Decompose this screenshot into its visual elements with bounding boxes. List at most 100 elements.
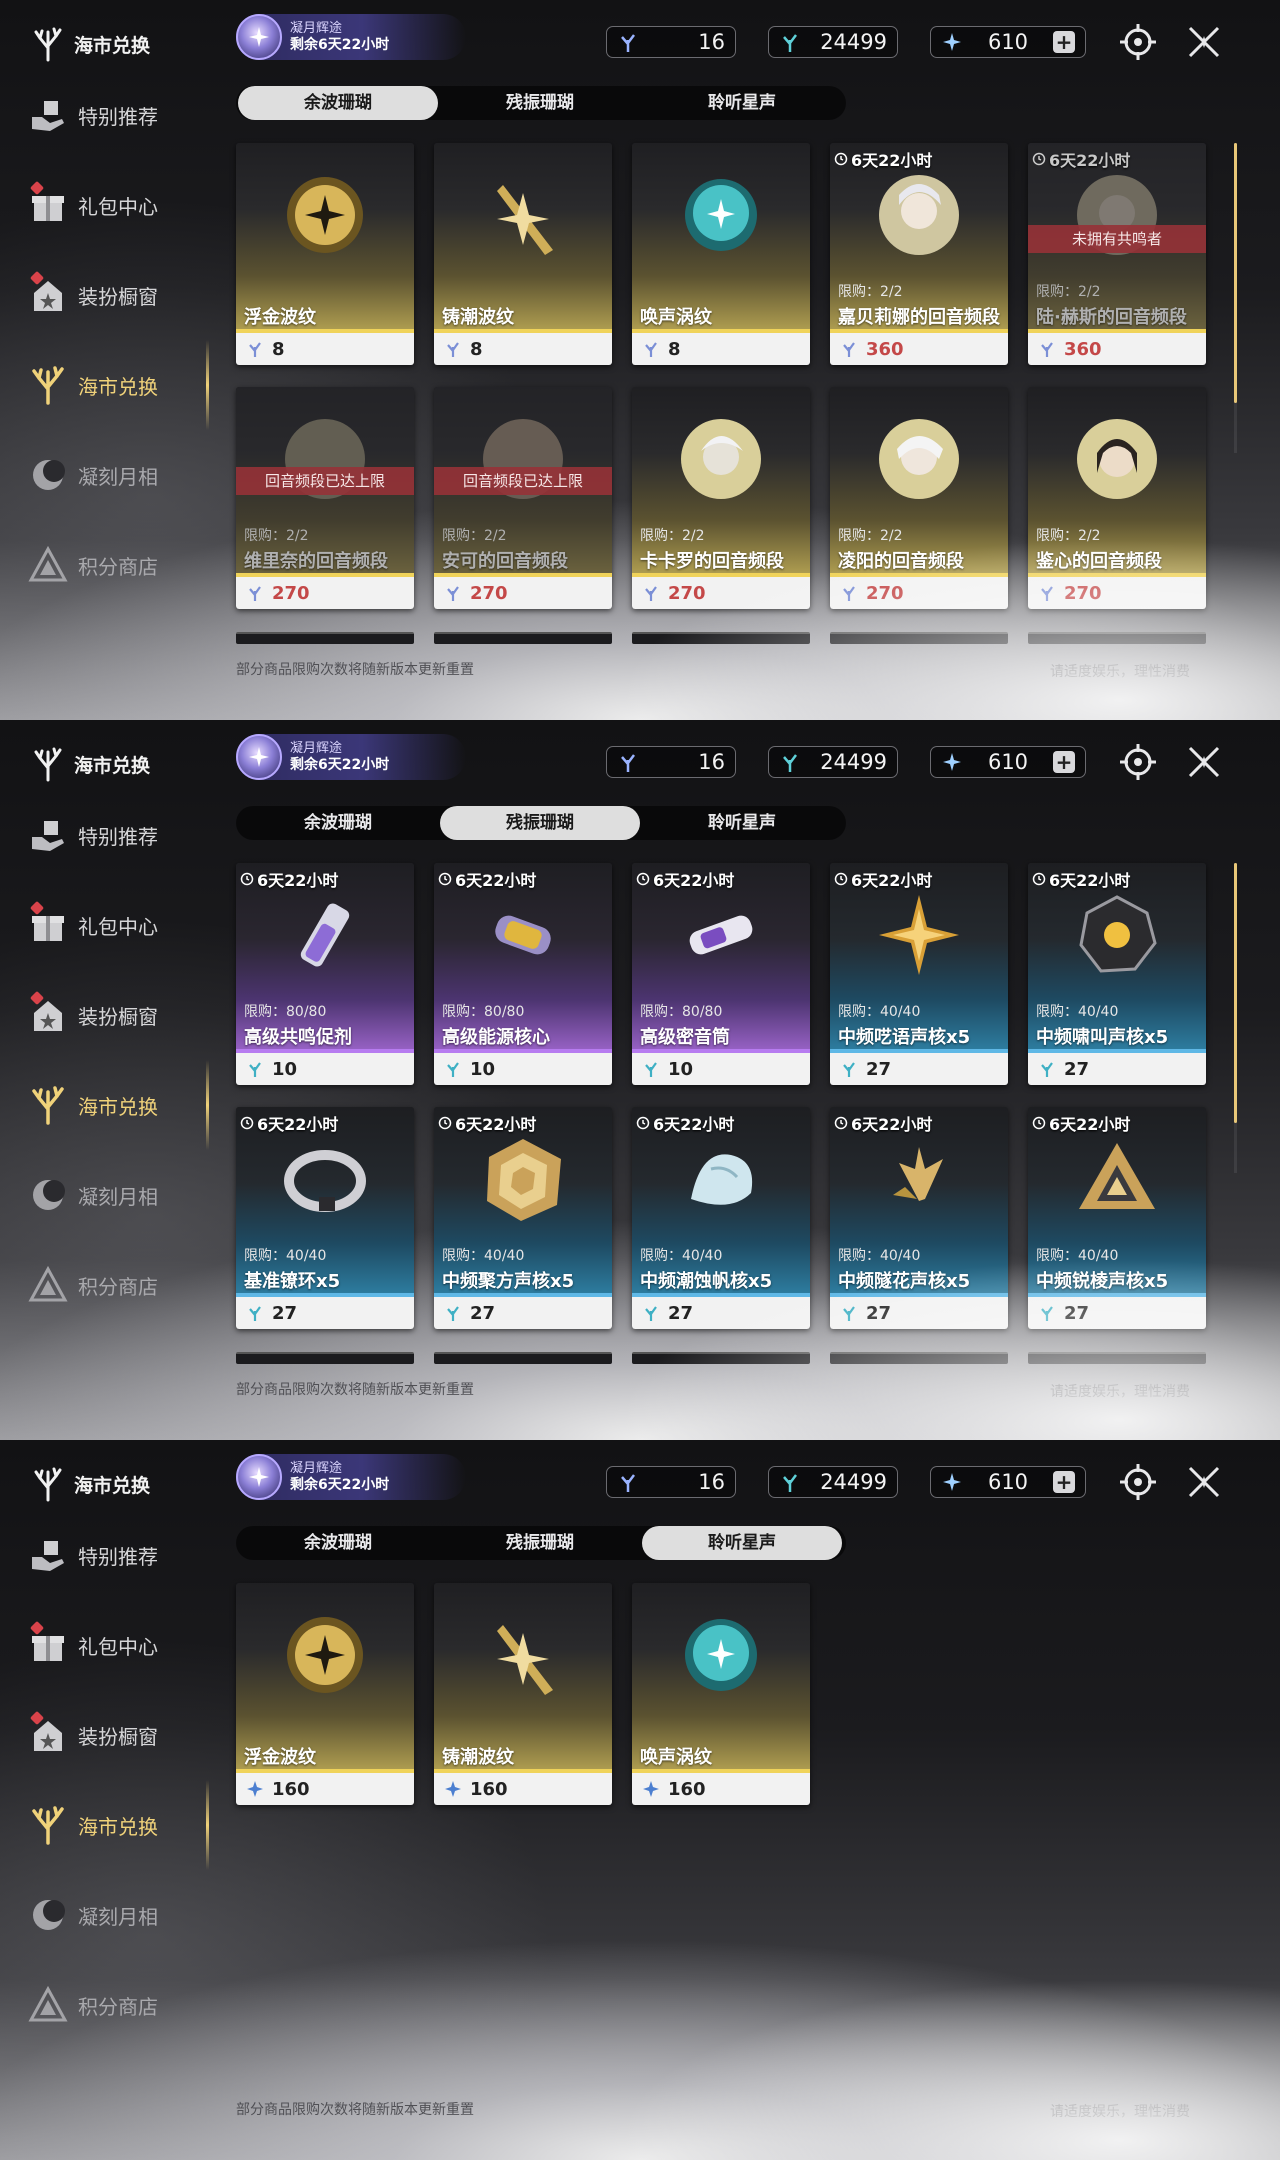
clock-icon [1032,152,1046,166]
sidebar-title: 海市兑换 [74,1474,151,1497]
sidebar-item-label: 礼包中心 [78,1634,158,1659]
scrollbar-thumb[interactable] [1234,863,1237,1123]
sidebar-item-featured[interactable]: 特别推荐 [28,810,208,860]
item-price: 360 [830,333,1008,365]
currency-coral-a: 16 [606,26,736,58]
shop-item-card[interactable]: 6天22小时 限购：40/40 中频隧花声核x5 27 [830,1107,1008,1329]
close-icon[interactable] [1184,1462,1224,1502]
add-currency-button[interactable]: + [1053,751,1075,773]
scrollbar-thumb[interactable] [1234,143,1237,403]
sidebar-item-market-exchange[interactable]: 海市兑换 [28,1800,208,1850]
close-icon[interactable] [1184,22,1224,62]
item-price: 10 [434,1053,612,1085]
partial-card [632,632,810,644]
shop-item-card[interactable]: 唤声涡纹 8 [632,143,810,365]
shop-item-card[interactable]: 限购：2/2 鉴心的回音频段 270 [1028,387,1206,609]
sidebar-item-outfit-showcase[interactable]: 装扮橱窗 [28,1710,208,1760]
currency-coral-b: 24499 [768,746,898,778]
sidebar-item-outfit-showcase[interactable]: 装扮橱窗 [28,990,208,1040]
tab-oscillated-coral[interactable]: 残振珊瑚 [440,1526,640,1560]
item-name: 基准镣环x5 [244,1271,341,1292]
shop-item-card[interactable]: 6天22小时 限购：80/80 高级共鸣促剂 10 [236,863,414,1085]
item-price: 27 [1028,1053,1206,1085]
countdown-timer: 6天22小时 [240,1111,338,1135]
sidebar-item-points-shop[interactable]: 积分商店 [28,1260,208,1310]
shop-item-card[interactable]: 6天22小时 限购：80/80 高级密音筒 10 [632,863,810,1085]
shop-item-card[interactable]: 回音频段已达上限 限购：2/2 安可的回音频段 270 [434,387,612,609]
close-icon[interactable] [1184,742,1224,782]
shop-item-card[interactable]: 浮金波纹 8 [236,143,414,365]
shop-item-card[interactable]: 6天22小时 限购：40/40 中频啸叫声核x5 27 [1028,863,1206,1085]
countdown-timer: 6天22小时 [834,1111,932,1135]
shop-item-card[interactable]: 6天22小时 限购：80/80 高级能源核心 10 [434,863,612,1085]
sidebar-item-label: 海市兑换 [78,1094,158,1119]
shop-item-card[interactable]: 6天22小时 限购：40/40 基准镣环x5 27 [236,1107,414,1329]
tab-aftershock-coral[interactable]: 余波珊瑚 [238,86,438,120]
currency-astrite: 610 + [930,1466,1086,1498]
event-remaining: 剩余6天22小时 [290,1477,390,1493]
settings-gear-icon[interactable] [1118,742,1158,782]
add-currency-button[interactable]: + [1053,1471,1075,1493]
sidebar: 海市兑换 特别推荐 礼包中心 装扮橱窗 海市兑换 凝刻月相 积分商店 [0,0,215,720]
shop-item-card[interactable]: 6天22小时 限购：40/40 中频呓语声核x5 27 [830,863,1008,1085]
item-name: 高级能源核心 [442,1027,550,1048]
shop-item-card[interactable]: 限购：2/2 凌阳的回音频段 270 [830,387,1008,609]
sidebar-item-outfit-showcase[interactable]: 装扮橱窗 [28,270,208,320]
shop-item-card[interactable]: 铸潮波纹 8 [434,143,612,365]
tab-aftershock-coral[interactable]: 余波珊瑚 [238,806,438,840]
shop-item-card[interactable]: 浮金波纹 160 [236,1583,414,1805]
tab-starsound[interactable]: 聆听星声 [642,86,842,120]
sidebar-item-featured[interactable]: 特别推荐 [28,90,208,140]
sidebar-item-moon-phase[interactable]: 凝刻月相 [28,450,208,500]
shop-item-card[interactable]: 6天22小时 限购：40/40 中频锐棱声核x5 27 [1028,1107,1206,1329]
coral-currency-icon [843,586,855,601]
coral-currency-icon [843,1306,855,1321]
clock-icon [834,152,848,166]
reset-notice: 部分商品限购次数将随新版本更新重置 [236,662,474,678]
sidebar-item-moon-phase[interactable]: 凝刻月相 [28,1170,208,1220]
shop-item-card[interactable]: 唤声涡纹 160 [632,1583,810,1805]
sidebar-item-label: 凝刻月相 [78,464,158,489]
shop-item-card[interactable]: 6天22小时 限购：40/40 中频潮蚀帆核x5 27 [632,1107,810,1329]
sidebar-item-featured[interactable]: 特别推荐 [28,1530,208,1580]
shop-item-card[interactable]: 6天22小时 未拥有共鸣者 限购：2/2 陆·赫斯的回音频段 360 [1028,143,1206,365]
shop-item-card[interactable]: 限购：2/2 卡卡罗的回音频段 270 [632,387,810,609]
add-currency-button[interactable]: + [1053,31,1075,53]
sidebar-item-points-shop[interactable]: 积分商店 [28,1980,208,2030]
coral-currency-icon [249,342,261,357]
tab-starsound[interactable]: 聆听星声 [642,806,842,840]
shop-item-card[interactable]: 6天22小时 限购：2/2 嘉贝莉娜的回音频段 360 [830,143,1008,365]
settings-gear-icon[interactable] [1118,1462,1158,1502]
event-banner[interactable]: 凝月辉途 剩余6天22小时 [236,1454,466,1500]
countdown-timer: 6天22小时 [1032,867,1130,891]
event-banner[interactable]: 凝月辉途 剩余6天22小时 [236,14,466,60]
currency-coral-b: 24499 [768,26,898,58]
item-price: 8 [434,333,612,365]
sidebar-item-market-exchange[interactable]: 海市兑换 [28,1080,208,1130]
shop-panel-tab-1: 海市兑换 特别推荐 礼包中心 装扮橱窗 海市兑换 凝刻月相 积分商店 凝月辉途 … [0,0,1280,720]
gold-star-core-icon [879,895,959,975]
item-price: 27 [434,1297,612,1329]
sidebar-item-gift-center[interactable]: 礼包中心 [28,900,208,950]
energy-core-icon [495,915,551,955]
settings-gear-icon[interactable] [1118,22,1158,62]
sidebar-item-gift-center[interactable]: 礼包中心 [28,1620,208,1670]
tab-aftershock-coral[interactable]: 余波珊瑚 [238,1526,438,1560]
shop-item-card[interactable]: 回音频段已达上限 限购：2/2 维里奈的回音频段 270 [236,387,414,609]
sidebar-item-market-exchange[interactable]: 海市兑换 [28,360,208,410]
tab-oscillated-coral[interactable]: 残振珊瑚 [440,86,640,120]
tab-oscillated-coral[interactable]: 残振珊瑚 [440,806,640,840]
purchase-limit: 限购：40/40 [244,1248,327,1264]
sidebar-item-gift-center[interactable]: 礼包中心 [28,180,208,230]
shop-item-card[interactable]: 6天22小时 限购：40/40 中频聚方声核x5 27 [434,1107,612,1329]
sidebar-item-points-shop[interactable]: 积分商店 [28,540,208,590]
partial-card [1028,1352,1206,1364]
sidebar-header: 海市兑换 [30,1466,150,1502]
clock-icon [438,1116,452,1130]
event-banner[interactable]: 凝月辉途 剩余6天22小时 [236,734,466,780]
coral-currency-icon [843,1062,855,1077]
sidebar-header: 海市兑换 [30,26,150,62]
sidebar-item-moon-phase[interactable]: 凝刻月相 [28,1890,208,1940]
tab-starsound[interactable]: 聆听星声 [642,1526,842,1560]
shop-item-card[interactable]: 铸潮波纹 160 [434,1583,612,1805]
